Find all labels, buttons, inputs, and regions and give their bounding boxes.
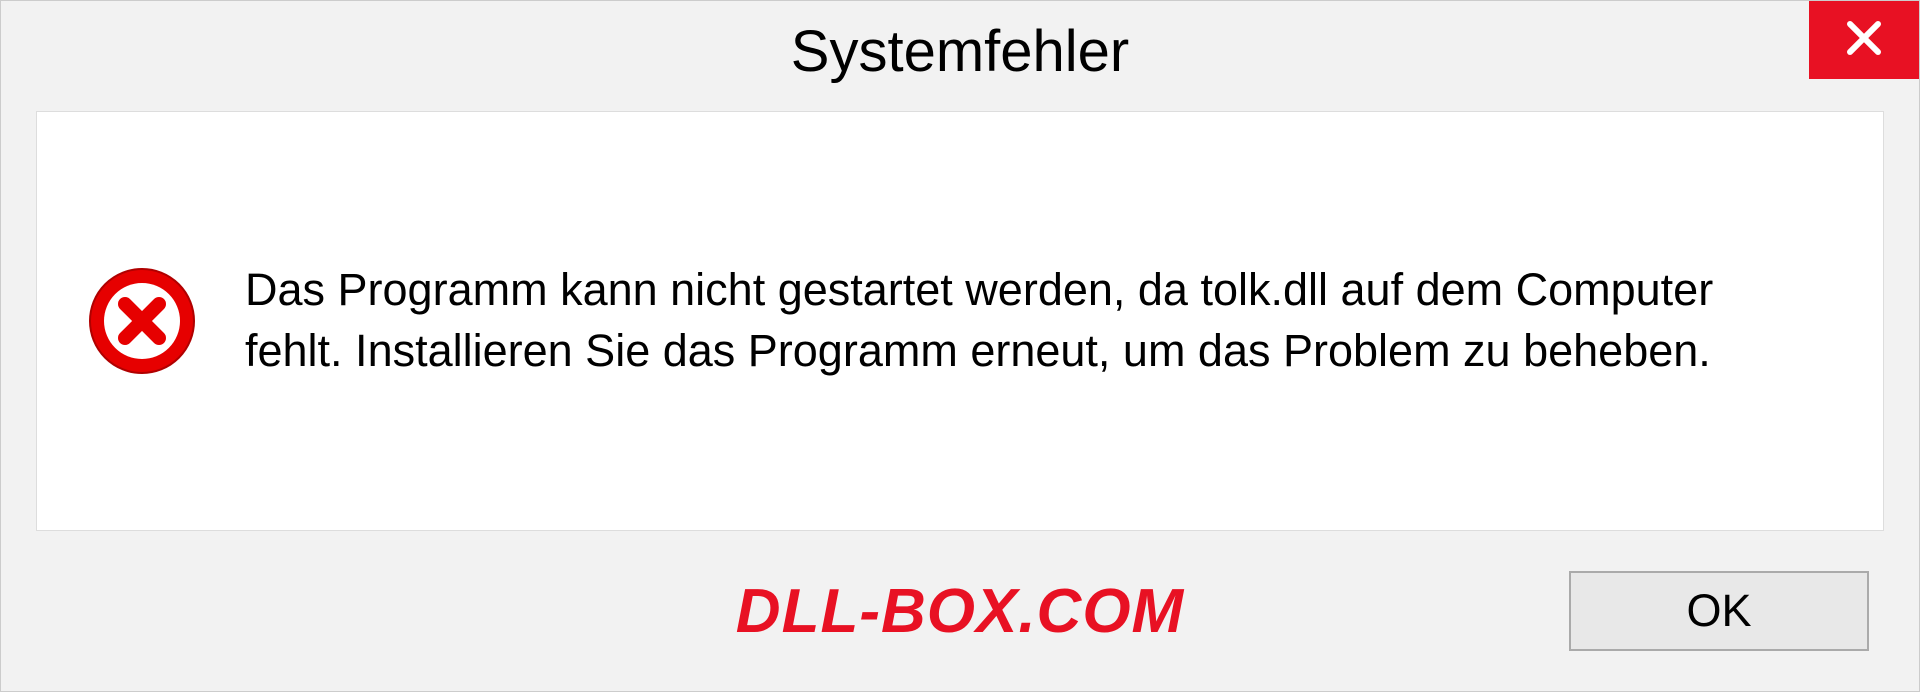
error-icon [87,266,197,376]
close-button[interactable] [1809,1,1919,79]
dialog-title: Systemfehler [791,18,1129,85]
ok-button[interactable]: OK [1569,571,1869,651]
dialog-footer: DLL-BOX.COM OK [1,531,1919,691]
titlebar: Systemfehler [1,1,1919,101]
error-message: Das Programm kann nicht gestartet werden… [245,260,1745,382]
watermark-text: DLL-BOX.COM [736,576,1184,647]
close-icon [1844,18,1884,63]
error-dialog: Systemfehler Das Programm kann nicht ges… [0,0,1920,692]
content-panel: Das Programm kann nicht gestartet werden… [36,111,1884,531]
